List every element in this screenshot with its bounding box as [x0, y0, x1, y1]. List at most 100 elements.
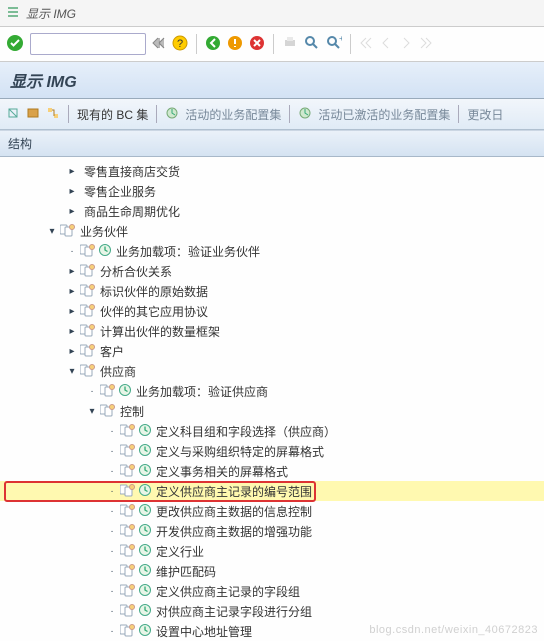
tree-row[interactable]: ·定义行业	[0, 541, 544, 561]
tree-row[interactable]: ·定义供应商主记录的字段组	[0, 581, 544, 601]
tree-label[interactable]: 客户	[100, 343, 124, 360]
tree-row[interactable]: ▾ 控制	[0, 401, 544, 421]
doc-pair-icon[interactable]	[120, 463, 136, 480]
tree-label[interactable]: 对供应商主记录字段进行分组	[156, 603, 312, 620]
tree-row[interactable]: ·开发供应商主数据的增强功能	[0, 521, 544, 541]
doc-pair-icon[interactable]	[80, 303, 96, 320]
change-log-link[interactable]: 更改日	[467, 106, 503, 123]
find-next-icon[interactable]: +	[326, 35, 342, 54]
img-tree[interactable]: ▸零售直接商店交货▸零售企业服务▸商品生命周期优化 ▾ 业务伙伴·业务加载项：验证业…	[0, 157, 544, 641]
tree-label[interactable]: 分析合伙关系	[100, 263, 172, 280]
collapse-subtree-icon[interactable]	[26, 106, 40, 123]
tree-row[interactable]: ▸分析合伙关系	[0, 261, 544, 281]
tree-row[interactable]: ·对供应商主记录字段进行分组	[0, 601, 544, 621]
tree-label[interactable]: 开发供应商主数据的增强功能	[156, 523, 312, 540]
command-field[interactable]	[30, 33, 146, 55]
doc-pair-icon[interactable]	[120, 503, 136, 520]
execute-icon[interactable]	[138, 543, 152, 560]
tree-label[interactable]: 供应商	[100, 363, 136, 380]
prev-page-icon[interactable]	[379, 36, 393, 53]
doc-pair-icon[interactable]	[120, 563, 136, 580]
activated-bc-set-link[interactable]: 活动的业务配置集	[185, 106, 281, 123]
execute-icon[interactable]	[138, 463, 152, 480]
collapse-toggle[interactable]: ▾	[66, 366, 78, 377]
tree-label[interactable]: 业务加载项：验证供应商	[136, 383, 268, 400]
bc-set-label[interactable]: 现有的 BC 集	[77, 106, 148, 123]
tree-label[interactable]: 标识伙伴的原始数据	[100, 283, 208, 300]
execute-icon[interactable]	[138, 523, 152, 540]
first-page-icon[interactable]	[359, 36, 373, 53]
tree-row[interactable]: ▸标识伙伴的原始数据	[0, 281, 544, 301]
bc-set-icon[interactable]	[165, 106, 179, 123]
tree-row[interactable]: ▸零售企业服务	[0, 181, 544, 201]
tree-row[interactable]: ▸商品生命周期优化	[0, 201, 544, 221]
tree-row[interactable]: ▾ 供应商	[0, 361, 544, 381]
doc-pair-icon[interactable]	[80, 263, 96, 280]
tree-label[interactable]: 业务伙伴	[80, 223, 128, 240]
tree-label[interactable]: 计算出伙伴的数量框架	[100, 323, 220, 340]
tree-label[interactable]: 更改供应商主数据的信息控制	[156, 503, 312, 520]
doc-pair-icon[interactable]	[120, 443, 136, 460]
doc-pair-icon[interactable]	[120, 623, 136, 640]
execute-icon[interactable]	[138, 583, 152, 600]
execute-icon[interactable]	[98, 243, 112, 260]
tree-row[interactable]: ▾ 业务伙伴	[0, 221, 544, 241]
tree-label[interactable]: 定义科目组和字段选择（供应商）	[156, 423, 336, 440]
doc-pair-icon[interactable]	[100, 383, 116, 400]
execute-icon[interactable]	[138, 423, 152, 440]
cancel-icon[interactable]	[249, 35, 265, 54]
tree-label[interactable]: 定义供应商主记录的编号范围	[156, 483, 312, 500]
execute-icon[interactable]	[118, 383, 132, 400]
tree-label[interactable]: 定义事务相关的屏幕格式	[156, 463, 288, 480]
tree-label[interactable]: 商品生命周期优化	[84, 203, 180, 220]
rewind-icon[interactable]	[152, 36, 166, 53]
where-used-icon[interactable]	[46, 106, 60, 123]
doc-pair-icon[interactable]	[120, 543, 136, 560]
doc-pair-icon[interactable]	[120, 523, 136, 540]
tree-label[interactable]: 零售企业服务	[84, 183, 156, 200]
doc-pair-icon[interactable]	[80, 283, 96, 300]
tree-label[interactable]: 定义与采购组织特定的屏幕格式	[156, 443, 324, 460]
last-page-icon[interactable]	[419, 36, 433, 53]
doc-pair-icon[interactable]	[120, 603, 136, 620]
collapse-toggle[interactable]: ▾	[46, 226, 58, 237]
tree-label[interactable]: 业务加载项：验证业务伙伴	[116, 243, 260, 260]
tree-row[interactable]: ▸零售直接商店交货	[0, 161, 544, 181]
tree-row[interactable]: ·业务加载项：验证业务伙伴	[0, 241, 544, 261]
tree-label[interactable]: 维护匹配码	[156, 563, 216, 580]
tree-label[interactable]: 定义行业	[156, 543, 204, 560]
doc-pair-icon[interactable]	[120, 583, 136, 600]
doc-pair-icon[interactable]	[120, 483, 136, 500]
help-icon[interactable]: ?	[172, 35, 188, 54]
doc-pair-icon[interactable]	[100, 403, 116, 420]
execute-icon[interactable]	[138, 603, 152, 620]
tree-row[interactable]: ·定义科目组和字段选择（供应商）	[0, 421, 544, 441]
tree-label[interactable]: 控制	[120, 403, 144, 420]
tree-row[interactable]: ▸计算出伙伴的数量框架	[0, 321, 544, 341]
execute-icon[interactable]	[138, 443, 152, 460]
tree-row[interactable]: ·定义与采购组织特定的屏幕格式	[0, 441, 544, 461]
next-page-icon[interactable]	[399, 36, 413, 53]
print-icon[interactable]	[282, 35, 298, 54]
menu-icon[interactable]	[6, 5, 20, 22]
activated-running-link[interactable]: 活动已激活的业务配置集	[318, 106, 450, 123]
execute-icon[interactable]	[138, 503, 152, 520]
doc-pair-icon[interactable]	[60, 223, 76, 240]
tree-label[interactable]: 设置中心地址管理	[156, 623, 252, 640]
execute-icon[interactable]	[138, 483, 152, 500]
doc-pair-icon[interactable]	[80, 363, 96, 380]
exit-icon[interactable]	[227, 35, 243, 54]
check-icon[interactable]	[6, 34, 24, 55]
tree-label[interactable]: 零售直接商店交货	[84, 163, 180, 180]
tree-row[interactable]: ·更改供应商主数据的信息控制	[0, 501, 544, 521]
find-icon[interactable]	[304, 35, 320, 54]
doc-pair-icon[interactable]	[80, 243, 96, 260]
tree-row[interactable]: ·定义事务相关的屏幕格式	[0, 461, 544, 481]
tree-label[interactable]: 伙伴的其它应用协议	[100, 303, 208, 320]
tree-row[interactable]: ·业务加载项：验证供应商	[0, 381, 544, 401]
tree-row[interactable]: ▸伙伴的其它应用协议	[0, 301, 544, 321]
collapse-toggle[interactable]: ▾	[86, 406, 98, 417]
tree-label[interactable]: 定义供应商主记录的字段组	[156, 583, 300, 600]
execute-icon[interactable]	[138, 623, 152, 640]
bc-set-running-icon[interactable]	[298, 106, 312, 123]
